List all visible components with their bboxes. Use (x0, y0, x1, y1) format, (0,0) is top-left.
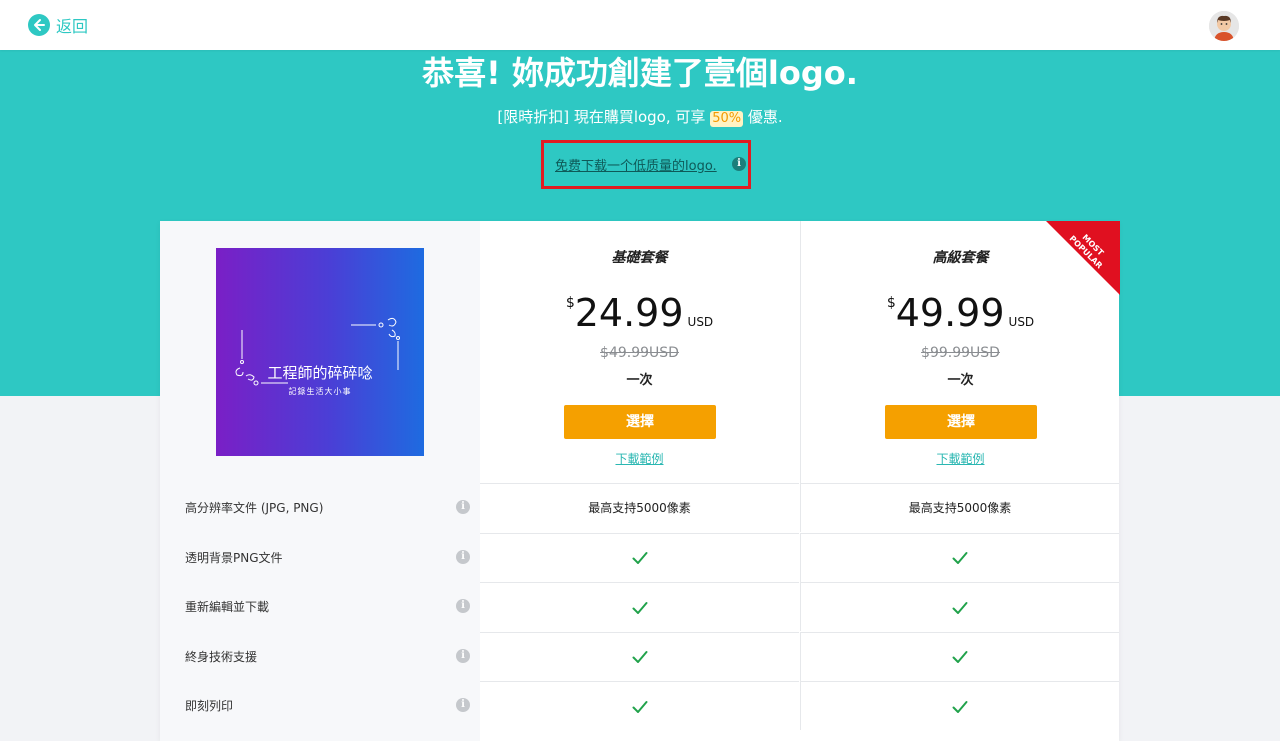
plan-price: $49.99 USD (801, 291, 1120, 335)
feature-row: 高分辨率文件 (JPG, PNG) i 最高支持5000像素 最高支持5000像素 (160, 483, 1119, 532)
download-sample-link[interactable]: 下載範例 (480, 450, 799, 467)
info-icon[interactable]: i (732, 157, 746, 171)
user-avatar[interactable] (1209, 11, 1239, 41)
arrow-left-icon (28, 14, 50, 36)
info-icon[interactable]: i (456, 500, 470, 514)
feature-label: 即刻列印 (185, 699, 234, 713)
check-icon (480, 631, 799, 681)
logo-preview: 工程師的碎碎唸 記錄生活大小事 (216, 248, 424, 456)
logo-title: 工程師的碎碎唸 (267, 364, 373, 382)
feature-row: 即刻列印 i (160, 681, 1119, 730)
feature-row: 透明背景PNG文件 i (160, 532, 1119, 582)
plan-basic: 基礎套餐 $24.99 USD $49.99USD 一次 選擇 下載範例 (480, 221, 799, 483)
subtitle-suffix: 優惠. (747, 108, 783, 126)
check-icon (480, 532, 799, 582)
billing-period: 一次 (947, 373, 974, 388)
select-premium-button[interactable]: 選擇 (885, 405, 1037, 439)
check-icon (800, 582, 1119, 631)
currency-symbol: $ (565, 295, 575, 311)
info-icon[interactable]: i (456, 549, 470, 564)
check-icon (800, 532, 1119, 582)
plan-price: $24.99 USD (480, 291, 799, 335)
free-download-link[interactable]: 免费下载一个低质量的logo. (555, 155, 717, 174)
download-sample-link[interactable]: 下載範例 (801, 450, 1120, 467)
pricing-card: 工程師的碎碎唸 記錄生活大小事 基礎套餐 $24.99 USD $49.99USD… (160, 221, 1120, 741)
feature-value: 最高支持5000像素 (800, 483, 1119, 532)
check-icon (800, 681, 1119, 730)
price-amount: 49.99 (895, 291, 1005, 335)
check-icon (480, 681, 799, 730)
billing-period: 一次 (626, 373, 653, 388)
info-icon[interactable]: i (456, 698, 470, 712)
select-basic-button[interactable]: 選擇 (564, 405, 716, 439)
original-price: $49.99USD (600, 345, 679, 361)
most-popular-ribbon: MOST POPULAR (1046, 221, 1120, 295)
check-icon (480, 582, 799, 631)
currency-code: USD (687, 315, 714, 329)
page-title: 恭喜! 妳成功創建了壹個logo. (422, 54, 858, 92)
feature-row: 重新編輯並下載 i (160, 582, 1119, 631)
back-button[interactable]: 返回 (28, 13, 88, 37)
info-icon[interactable]: i (456, 599, 470, 613)
feature-value: 最高支持5000像素 (480, 483, 799, 532)
info-icon[interactable]: i (456, 648, 470, 663)
feature-row: 終身技術支援 i (160, 631, 1119, 681)
logo-ornament (235, 317, 400, 386)
currency-symbol: $ (886, 295, 896, 311)
feature-label: 終身技術支援 (185, 649, 258, 664)
check-icon (800, 631, 1119, 681)
subtitle-prefix: [限時折扣] 現在購買logo, 可享 (497, 108, 706, 126)
feature-label: 高分辨率文件 (JPG, PNG) (185, 501, 324, 515)
feature-label: 重新編輯並下載 (185, 600, 270, 614)
back-label: 返回 (56, 17, 89, 36)
plan-name: 基礎套餐 (611, 250, 668, 266)
discount-badge: 50% (710, 111, 744, 127)
top-bar: 返回 (0, 0, 1280, 50)
plan-premium: 高級套餐 $49.99 USD $99.99USD 一次 選擇 下載範例 MOST… (800, 221, 1120, 483)
feature-label: 透明背景PNG文件 (185, 550, 283, 565)
logo-tagline: 記錄生活大小事 (288, 387, 352, 396)
original-price: $99.99USD (921, 345, 1000, 361)
price-amount: 24.99 (574, 291, 684, 335)
discount-subtitle: [限時折扣] 現在購買logo, 可享 50% 優惠. (0, 106, 1280, 128)
currency-code: USD (1008, 315, 1035, 329)
